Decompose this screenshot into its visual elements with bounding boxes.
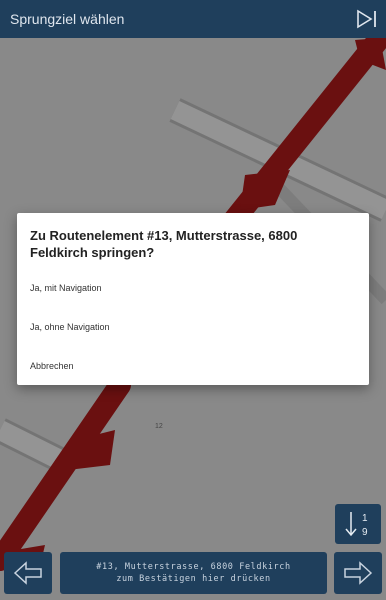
skip-to-end-button[interactable] xyxy=(348,0,386,38)
option-with-navigation[interactable]: Ja, mit Navigation xyxy=(30,283,102,293)
confirm-hint-line: zum Bestätigen hier drücken xyxy=(116,574,271,584)
previous-button[interactable] xyxy=(4,552,52,594)
option-cancel[interactable]: Abbrechen xyxy=(30,361,74,371)
page-title: Sprungziel wählen xyxy=(10,11,125,27)
dialog-title: Zu Routenelement #13, Mutterstrasse, 680… xyxy=(30,228,298,260)
confirm-target-button[interactable]: #13, Mutterstrasse, 6800 Feldkirch zum B… xyxy=(60,552,327,594)
next-button[interactable] xyxy=(334,552,382,594)
confirm-target-line: #13, Mutterstrasse, 6800 Feldkirch xyxy=(96,562,291,572)
arrow-left-icon xyxy=(13,561,42,585)
skip-to-end-icon xyxy=(357,9,376,29)
option-without-navigation[interactable]: Ja, ohne Navigation xyxy=(30,322,110,332)
sort-label-bottom: 9 xyxy=(362,527,368,538)
title-bar: Sprungziel wählen xyxy=(0,0,386,38)
sort-1-9-icon: 1 9 xyxy=(345,512,368,538)
arrow-right-icon xyxy=(344,561,373,585)
sort-label-top: 1 xyxy=(362,513,368,524)
sort-order-button[interactable]: 1 9 xyxy=(335,504,381,544)
jump-confirm-dialog: Zu Routenelement #13, Mutterstrasse, 680… xyxy=(17,213,369,385)
